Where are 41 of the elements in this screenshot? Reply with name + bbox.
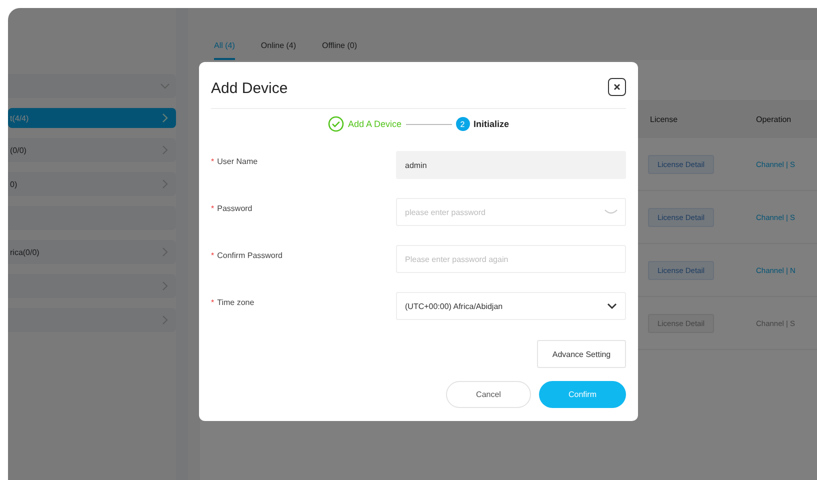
close-icon (613, 83, 621, 91)
chevron-right-icon (160, 145, 170, 155)
column-header: License (650, 114, 679, 124)
chevron-down-icon (160, 81, 170, 91)
chevron-right-icon (160, 247, 170, 257)
chevron-right-icon (160, 281, 170, 291)
chevron-right-icon (160, 113, 170, 123)
cancel-button[interactable]: Cancel (446, 381, 531, 408)
chevron-right-icon (160, 315, 170, 325)
sidebar-item[interactable]: 0) (8, 172, 176, 196)
field-label: Password (217, 204, 252, 213)
input-field[interactable]: Please enter password again (396, 245, 626, 273)
sidebar-item[interactable] (8, 74, 176, 98)
sidebar-item[interactable] (8, 206, 176, 230)
step-label: Add A Device (348, 119, 402, 129)
required-mark: * (211, 298, 214, 307)
field-label: Time zone (217, 298, 254, 307)
required-mark: * (211, 157, 214, 166)
required-mark: * (211, 251, 214, 260)
tab[interactable]: Online (4) (260, 41, 296, 60)
column-header: Operation (756, 114, 792, 124)
tab[interactable]: Offline (0) (322, 41, 357, 60)
sidebar-item[interactable] (8, 274, 176, 298)
required-mark: * (211, 204, 214, 213)
step-label: Initialize (474, 119, 510, 129)
eye-closed-icon[interactable] (604, 209, 618, 215)
sidebar-item[interactable]: (0/0) (8, 138, 176, 162)
timezone-select[interactable]: (UTC+00:00) Africa/Abidjan (396, 292, 626, 320)
sidebar-item[interactable]: t(4/4) (8, 108, 176, 128)
close-button[interactable] (608, 78, 626, 96)
input-field[interactable]: please enter password (396, 198, 626, 226)
chevron-down-icon (607, 302, 617, 310)
sidebar-item[interactable] (8, 308, 176, 332)
sidebar-item[interactable]: rica(0/0) (8, 240, 176, 264)
chevron-right-icon (160, 179, 170, 189)
step-number: 2 (456, 117, 470, 131)
confirm-button[interactable]: Confirm (539, 381, 626, 408)
dialog-title: Add Device (211, 78, 288, 96)
field-label: Confirm Password (217, 251, 282, 260)
field-label: User Name (217, 157, 258, 166)
advance-setting-button[interactable]: Advance Setting (537, 340, 626, 368)
